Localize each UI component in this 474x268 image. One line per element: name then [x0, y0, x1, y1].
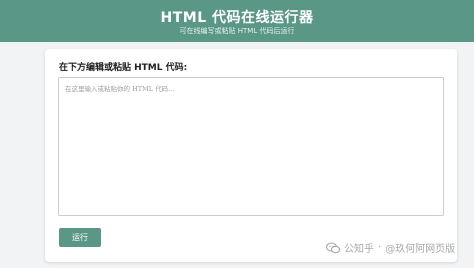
- html-code-input[interactable]: [58, 77, 444, 216]
- app-header: HTML 代码在线运行器 可在线编写或粘贴 HTML 代码后运行: [0, 0, 474, 42]
- page-title: HTML 代码在线运行器: [160, 10, 314, 26]
- run-button[interactable]: 运行: [59, 228, 101, 247]
- watermark-author: @玖何阿网页版: [385, 244, 456, 255]
- watermark-platform: 公知乎: [344, 244, 374, 255]
- watermark-separator: ·: [378, 242, 382, 253]
- editor-label: 在下方编辑或粘贴 HTML 代码:: [59, 63, 188, 73]
- wechat-icon: [325, 241, 341, 254]
- page-subtitle: 可在线编写或粘贴 HTML 代码后运行: [179, 27, 295, 35]
- watermark: 公知乎 · @玖何阿网页版: [325, 240, 456, 255]
- editor-card: 在下方编辑或粘贴 HTML 代码: 运行: [45, 49, 457, 262]
